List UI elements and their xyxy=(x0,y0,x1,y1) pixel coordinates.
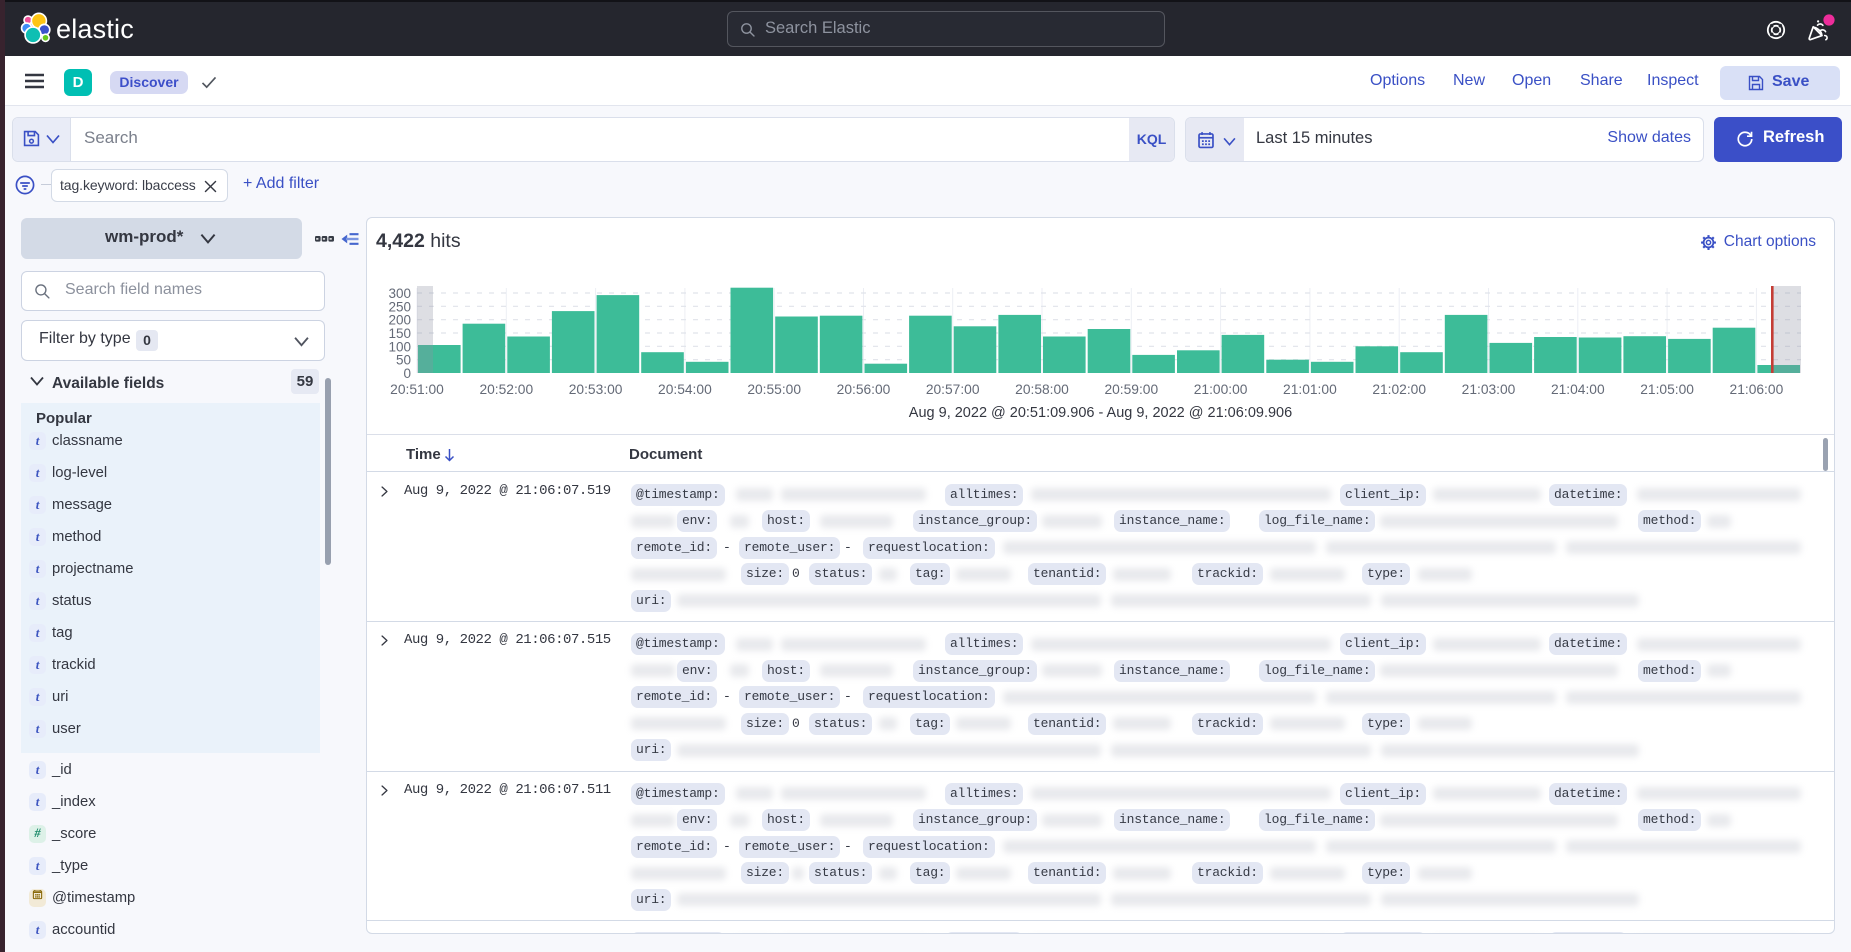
svg-text:150: 150 xyxy=(388,326,411,341)
svg-text:21:00:00: 21:00:00 xyxy=(1194,382,1248,397)
svg-text:21:05:00: 21:05:00 xyxy=(1640,382,1694,397)
svg-text:20:52:00: 20:52:00 xyxy=(479,382,533,397)
svg-text:21:04:00: 21:04:00 xyxy=(1551,382,1605,397)
svg-text:21:02:00: 21:02:00 xyxy=(1372,382,1426,397)
svg-text:20:56:00: 20:56:00 xyxy=(837,382,891,397)
svg-text:20:57:00: 20:57:00 xyxy=(926,382,980,397)
svg-text:21:03:00: 21:03:00 xyxy=(1462,382,1516,397)
svg-text:20:51:00: 20:51:00 xyxy=(390,382,444,397)
svg-text:20:58:00: 20:58:00 xyxy=(1015,382,1069,397)
svg-text:20:59:00: 20:59:00 xyxy=(1104,382,1158,397)
svg-text:0: 0 xyxy=(403,366,411,381)
svg-text:50: 50 xyxy=(396,353,411,368)
svg-text:200: 200 xyxy=(388,313,411,328)
svg-text:250: 250 xyxy=(388,299,411,314)
svg-text:21:06:00: 21:06:00 xyxy=(1730,382,1784,397)
svg-text:20:55:00: 20:55:00 xyxy=(747,382,801,397)
svg-text:20:54:00: 20:54:00 xyxy=(658,382,712,397)
svg-text:100: 100 xyxy=(388,339,411,354)
svg-text:21:01:00: 21:01:00 xyxy=(1283,382,1337,397)
svg-text:20:53:00: 20:53:00 xyxy=(569,382,623,397)
svg-text:300: 300 xyxy=(388,286,411,301)
